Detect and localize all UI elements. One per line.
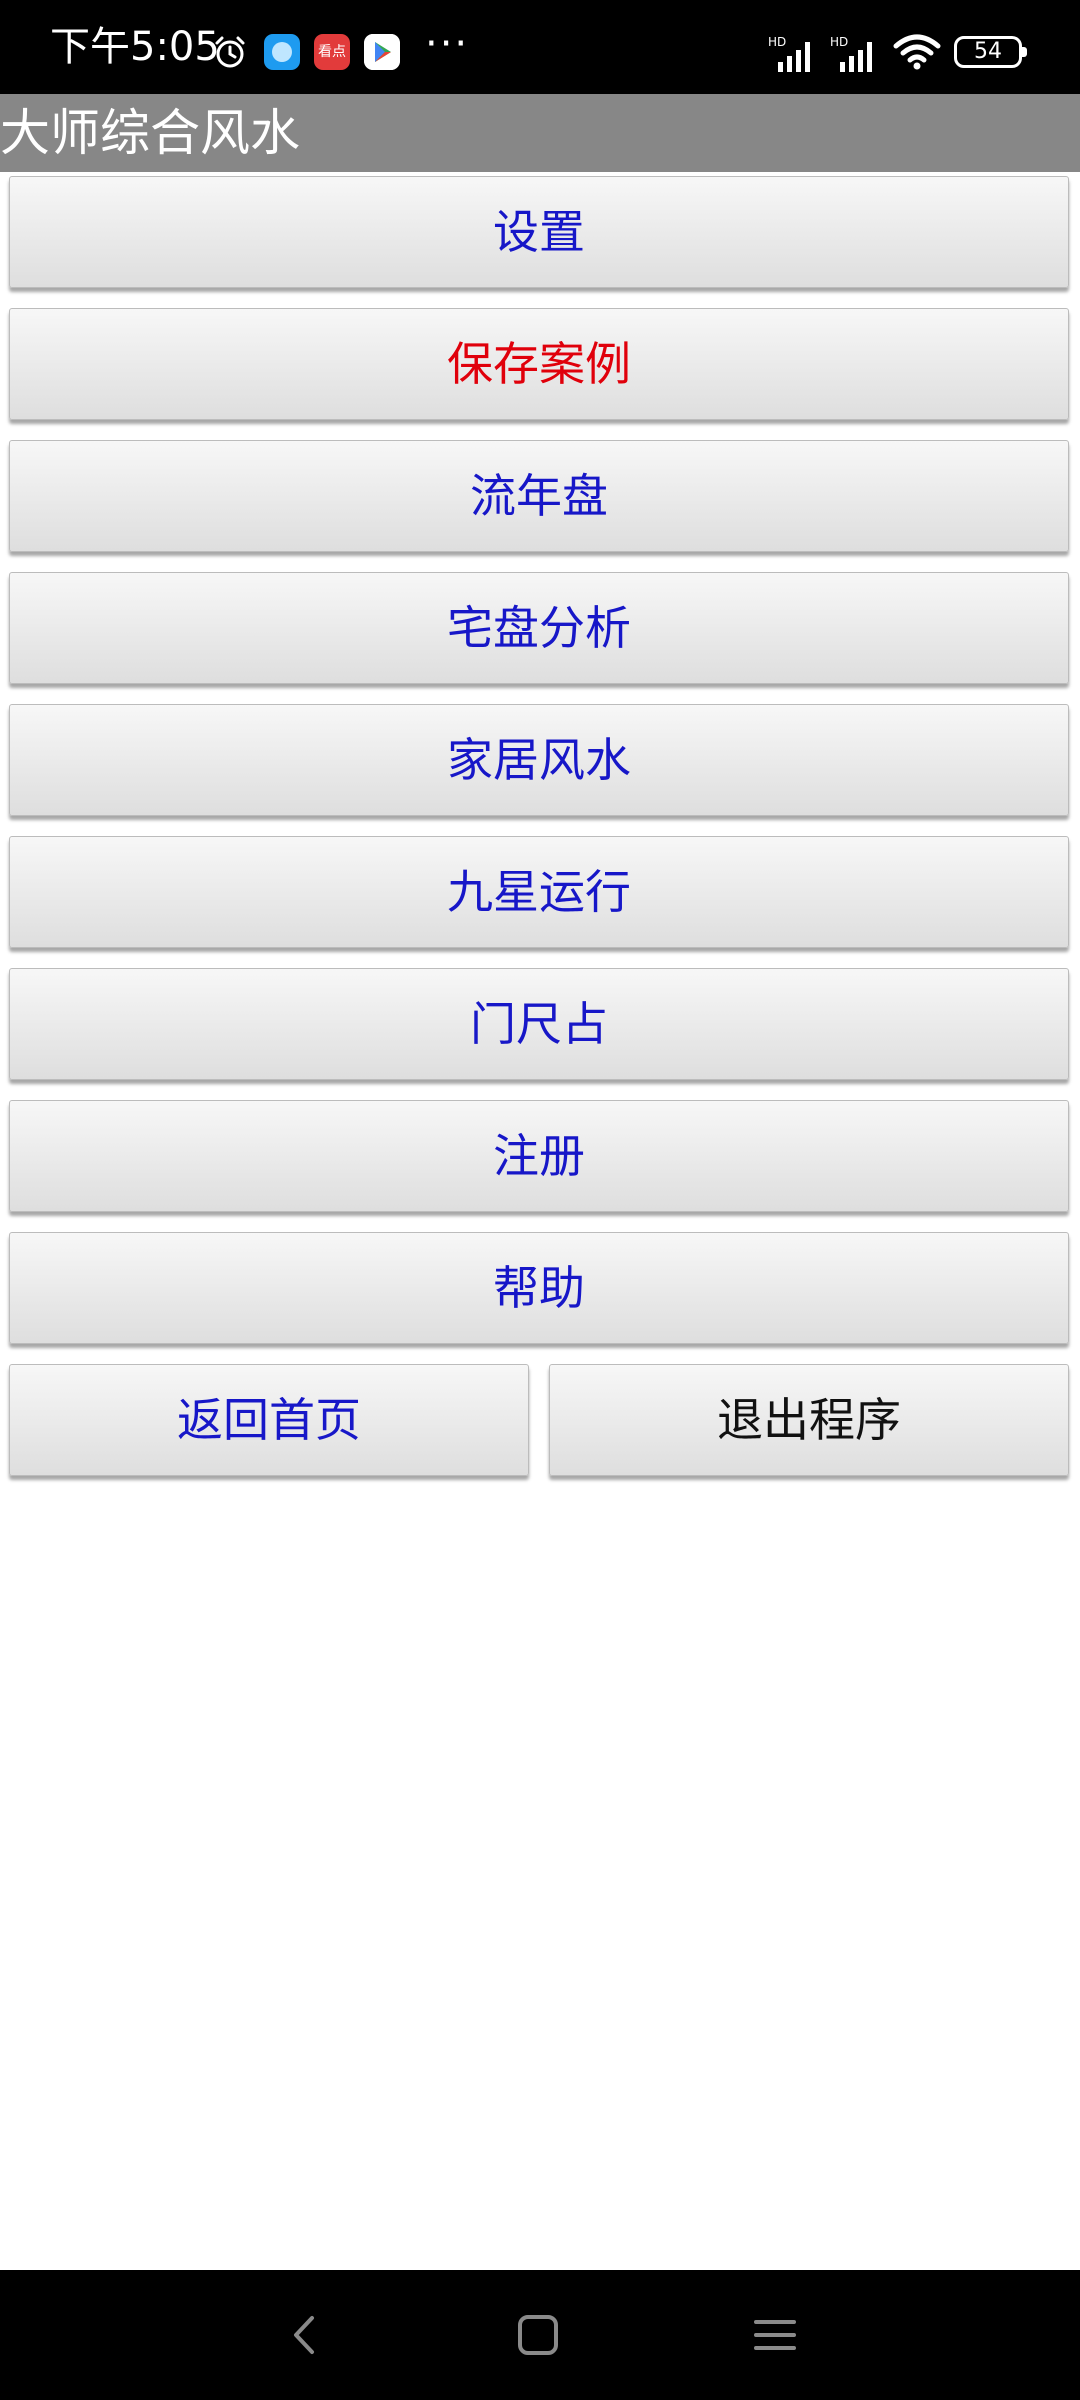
hd-signal-icon: HD (830, 35, 872, 72)
hd-signal-icon: HD (768, 35, 810, 72)
menu-icon[interactable] (750, 2310, 800, 2360)
alarm-icon (215, 36, 245, 68)
exit-button[interactable]: 退出程序 (549, 1364, 1069, 1476)
save-case-button[interactable]: 保存案例 (9, 308, 1069, 420)
status-time: 下午5:05 (50, 24, 220, 70)
house-analysis-button[interactable]: 宅盘分析 (9, 572, 1069, 684)
help-button[interactable]: 帮助 (9, 1232, 1069, 1344)
app-notification-icon (264, 34, 300, 70)
app-title: 大师综合风水 (0, 104, 300, 162)
back-home-button[interactable]: 返回首页 (9, 1364, 529, 1476)
back-icon[interactable] (280, 2310, 330, 2360)
svg-text:HD: HD (768, 35, 786, 49)
settings-button[interactable]: 设置 (9, 176, 1069, 288)
more-notifications-icon: ··· (425, 21, 470, 67)
nine-star-button[interactable]: 九星运行 (9, 836, 1069, 948)
news-app-icon: 看点 (314, 34, 350, 70)
play-store-icon (364, 34, 400, 70)
svg-text:HD: HD (830, 35, 848, 49)
battery-icon: 54 (954, 36, 1027, 68)
home-icon[interactable] (513, 2310, 563, 2360)
wifi-icon (893, 34, 941, 70)
door-ruler-button[interactable]: 门尺占 (9, 968, 1069, 1080)
status-bar: 下午5:05 看点 ··· HD HD 54 (0, 0, 1080, 94)
home-fengshui-button[interactable]: 家居风水 (9, 704, 1069, 816)
annual-chart-button[interactable]: 流年盘 (9, 440, 1069, 552)
register-button[interactable]: 注册 (9, 1100, 1069, 1212)
system-nav-bar (0, 2270, 1080, 2400)
app-title-bar: 大师综合风水 (0, 94, 1080, 172)
